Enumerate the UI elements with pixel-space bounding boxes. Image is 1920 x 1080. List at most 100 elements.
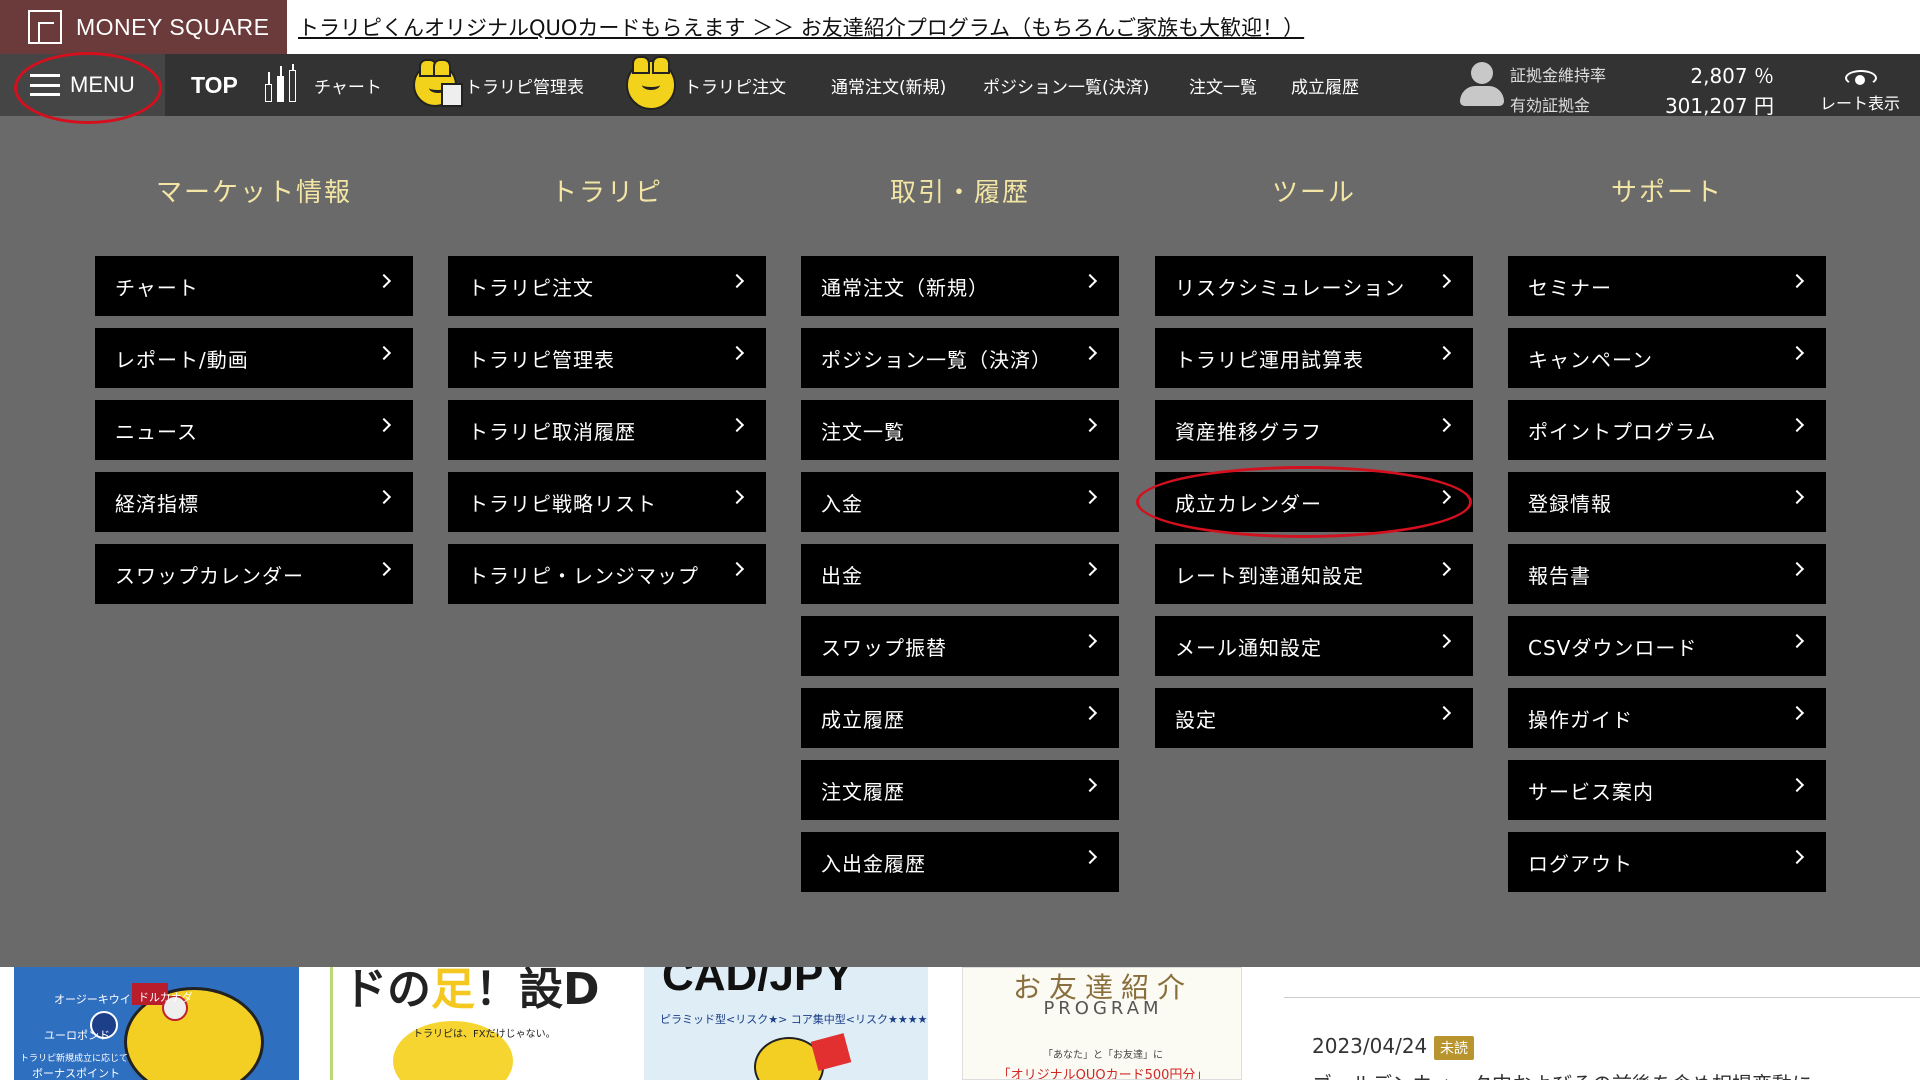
- chevron-right-icon: [1789, 345, 1805, 361]
- menu-item-swap-transfer[interactable]: スワップ振替: [801, 616, 1119, 676]
- chevron-right-icon: [1789, 561, 1805, 577]
- menu-item-seminar[interactable]: セミナー: [1508, 256, 1826, 316]
- menu-item-deposit[interactable]: 入金: [801, 472, 1119, 532]
- referral-banner-link[interactable]: トラリピくんオリジナルQUOカードもらえます ＞＞ お友達紹介プログラム（もちろ…: [298, 12, 1304, 42]
- menu-item-deposit-withdrawal-history[interactable]: 入出金履歴: [801, 832, 1119, 892]
- chevron-right-icon: [729, 489, 745, 505]
- banner-bonus-points[interactable]: ドルカナダ オージーキウイ ユーロポンド トラリピ新規成立に応じて ボーナスポイ…: [14, 967, 299, 1080]
- menu-item-chart[interactable]: チャート: [95, 256, 413, 316]
- banner-headline: CAD/JPY: [662, 967, 853, 1000]
- menu-item-trarip-strategy-list[interactable]: トラリピ戦略リスト: [448, 472, 766, 532]
- effective-margin-label: 有効証拠金: [1510, 96, 1591, 115]
- nav-orders[interactable]: 注文一覧: [1189, 54, 1257, 116]
- logo-text: MONEY SQUARE: [76, 13, 270, 40]
- menu-item-normal-order[interactable]: 通常注文（新規）: [801, 256, 1119, 316]
- chevron-right-icon: [1082, 705, 1098, 721]
- menu-item-logout[interactable]: ログアウト: [1508, 832, 1826, 892]
- nav-positions[interactable]: ポジション一覧(決済): [983, 54, 1149, 116]
- column-title: 取引・履歴: [889, 178, 1030, 208]
- menu-item-csv-download[interactable]: CSVダウンロード: [1508, 616, 1826, 676]
- column-title: マーケット情報: [155, 178, 352, 208]
- nav-trarip-manage-label: トラリピ管理表: [465, 77, 584, 98]
- menu-item-service-guide[interactable]: サービス案内: [1508, 760, 1826, 820]
- banner-offer: 「オリジナルQUOカード500円分」: [997, 1068, 1209, 1080]
- margin-ratio-value: 2,807 ％: [1690, 64, 1774, 88]
- banner-caption: トラリピは、FXだけじゃない。: [413, 1029, 556, 1040]
- menu-item-reports[interactable]: 報告書: [1508, 544, 1826, 604]
- eye-icon: [1845, 66, 1877, 86]
- unread-badge: 未読: [1434, 1036, 1474, 1060]
- candlestick-icon: [260, 62, 306, 108]
- menu-item-rate-alert-settings[interactable]: レート到達通知設定: [1155, 544, 1473, 604]
- tiger-mascot-icon: [413, 59, 463, 107]
- nav-trarip-manage[interactable]: トラリピ管理表: [413, 54, 584, 116]
- banner-cad-jpy[interactable]: CAD/JPY ピラミッド型<リスク★> コア集中型<リスク★★★★>: [644, 967, 928, 1080]
- nav-trarip-order[interactable]: トラリピ注文: [626, 54, 786, 116]
- banner-label: トラリピ新規成立に応じて: [20, 1054, 129, 1064]
- banner-label: ユーロポンド: [44, 1029, 110, 1042]
- menu-item-trarip-range-map[interactable]: トラリピ・レンジマップ: [448, 544, 766, 604]
- chevron-right-icon: [1082, 777, 1098, 793]
- menu-item-operation-guide[interactable]: 操作ガイド: [1508, 688, 1826, 748]
- menu-item-swap-calendar[interactable]: スワップカレンダー: [95, 544, 413, 604]
- menu-item-news[interactable]: ニュース: [95, 400, 413, 460]
- chevron-right-icon: [1436, 345, 1452, 361]
- menu-item-point-program[interactable]: ポイントプログラム: [1508, 400, 1826, 460]
- nav-executions[interactable]: 成立履歴: [1291, 54, 1359, 116]
- main-nav: MENU TOP チャート トラリピ管理表 トラリピ注文 通常注文(新規) ポジ…: [0, 54, 1920, 118]
- chevron-right-icon: [729, 561, 745, 577]
- menu-item-orders[interactable]: 注文一覧: [801, 400, 1119, 460]
- canada-flag-icon: [810, 1033, 852, 1071]
- effective-margin-value: 301,207 円: [1664, 94, 1774, 118]
- chevron-right-icon: [1082, 417, 1098, 433]
- chevron-right-icon: [376, 345, 392, 361]
- news-headline-link[interactable]: ゴールデンウィーク中およびその前後を含め相場変動に: [1312, 1068, 1812, 1080]
- chevron-right-icon: [729, 417, 745, 433]
- chevron-right-icon: [376, 417, 392, 433]
- menu-item-trarip-manage[interactable]: トラリピ管理表: [448, 328, 766, 388]
- menu-item-campaign[interactable]: キャンペーン: [1508, 328, 1826, 388]
- nav-normal-order[interactable]: 通常注文(新規): [831, 54, 946, 116]
- account-avatar-icon[interactable]: [1458, 62, 1504, 108]
- banner-caption: ピラミッド型<リスク★> コア集中型<リスク★★★★>: [660, 1013, 928, 1026]
- menu-item-execution-history[interactable]: 成立履歴: [801, 688, 1119, 748]
- chevron-right-icon: [1789, 489, 1805, 505]
- column-title: ツール: [1271, 178, 1356, 208]
- column-title: トラリピ: [550, 178, 663, 208]
- banner-label: オージーキウイ: [54, 993, 131, 1006]
- margin-ratio-label: 証拠金維持率: [1510, 66, 1607, 85]
- menu-item-registration-info[interactable]: 登録情報: [1508, 472, 1826, 532]
- menu-item-withdrawal[interactable]: 出金: [801, 544, 1119, 604]
- menu-item-economic-indicators[interactable]: 経済指標: [95, 472, 413, 532]
- logo[interactable]: MONEY SQUARE: [0, 0, 287, 54]
- menu-item-risk-simulation[interactable]: リスクシミュレーション: [1155, 256, 1473, 316]
- menu-item-order-history[interactable]: 注文履歴: [801, 760, 1119, 820]
- menu-item-trarip-cancel-history[interactable]: トラリピ取消履歴: [448, 400, 766, 460]
- banner-subheading: PROGRAM: [1043, 998, 1163, 1019]
- chevron-right-icon: [1436, 705, 1452, 721]
- menu-label: MENU: [70, 72, 135, 97]
- menu-item-settings[interactable]: 設定: [1155, 688, 1473, 748]
- menu-item-trarip-estimate[interactable]: トラリピ運用試算表: [1155, 328, 1473, 388]
- nav-chart-label: チャート: [314, 77, 382, 98]
- menu-item-report-video[interactable]: レポート/動画: [95, 328, 413, 388]
- menu-item-trarip-order[interactable]: トラリピ注文: [448, 256, 766, 316]
- menu-item-email-settings[interactable]: メール通知設定: [1155, 616, 1473, 676]
- chevron-right-icon: [1789, 705, 1805, 721]
- chevron-right-icon: [1789, 273, 1805, 289]
- menu-item-execution-calendar[interactable]: 成立カレンダー: [1155, 472, 1473, 532]
- banner-caption: 「あなた」と「お友達」に: [1043, 1050, 1163, 1061]
- nav-chart[interactable]: チャート: [260, 54, 382, 116]
- logo-mark-icon: [28, 10, 62, 44]
- chevron-right-icon: [1789, 777, 1805, 793]
- banner-label: ドルカナダ: [138, 991, 193, 1004]
- rate-display-toggle[interactable]: レート表示: [1800, 54, 1920, 116]
- menu-item-positions[interactable]: ポジション一覧（決済）: [801, 328, 1119, 388]
- menu-button[interactable]: MENU: [0, 54, 165, 116]
- menu-item-asset-graph[interactable]: 資産推移グラフ: [1155, 400, 1473, 460]
- banner-label: ボーナスポイント: [32, 1067, 120, 1080]
- nav-top[interactable]: TOP: [191, 54, 238, 116]
- rate-display-label: レート表示: [1819, 94, 1900, 113]
- banner-referral[interactable]: お友達紹介 PROGRAM 「あなた」と「お友達」に 「オリジナルQUOカード5…: [962, 967, 1242, 1080]
- banner-cfd[interactable]: ドの足！設D トラリピは、FXだけじゃない。: [330, 967, 614, 1080]
